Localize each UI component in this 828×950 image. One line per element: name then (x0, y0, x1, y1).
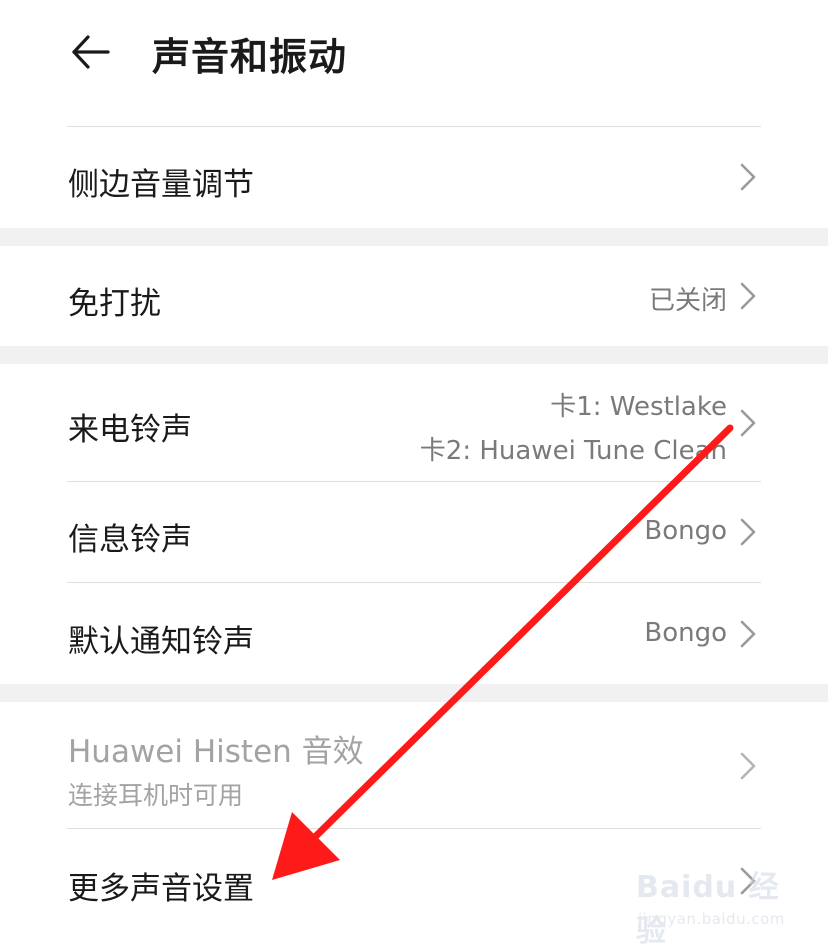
histen-sublabel: 连接耳机时可用 (68, 781, 244, 810)
chevron-right-icon (740, 867, 756, 895)
chevron-right-icon (740, 409, 756, 437)
chevron-right-icon (740, 518, 756, 546)
more-sound-settings-label: 更多声音设置 (68, 871, 254, 907)
chevron-right-icon (740, 163, 756, 191)
ringtone-label: 来电铃声 (68, 412, 192, 448)
do-not-disturb-status: 已关闭 (648, 286, 727, 316)
chevron-right-icon (740, 620, 756, 648)
ringtone-row[interactable]: 来电铃声 卡1: Westlake 卡2: Huawei Tune Clean (0, 364, 828, 481)
back-button[interactable] (66, 28, 114, 76)
arrow-left-icon (72, 35, 110, 69)
do-not-disturb-label: 免打扰 (68, 286, 161, 322)
notification-tone-value: Bongo (644, 618, 727, 648)
more-sound-settings-row[interactable]: 更多声音设置 (0, 829, 828, 939)
histen-row[interactable]: Huawei Histen 音效 连接耳机时可用 (0, 702, 828, 828)
ringtone-sim1-value: 卡1: Westlake (550, 392, 727, 422)
histen-label: Huawei Histen 音效 (68, 734, 364, 770)
section-gap (0, 684, 828, 702)
app-header: 声音和振动 (0, 0, 828, 110)
chevron-right-icon (740, 282, 756, 310)
page-title: 声音和振动 (152, 35, 348, 79)
chevron-right-icon (740, 752, 756, 780)
do-not-disturb-row[interactable]: 免打扰 已关闭 (0, 246, 828, 346)
side-volume-row[interactable]: 侧边音量调节 (0, 127, 828, 227)
notification-tone-label: 默认通知铃声 (68, 624, 254, 660)
section-gap (0, 228, 828, 246)
message-tone-row[interactable]: 信息铃声 Bongo (0, 482, 828, 582)
ringtone-sim2-value: 卡2: Huawei Tune Clean (419, 436, 727, 466)
section-gap (0, 346, 828, 364)
notification-tone-row[interactable]: 默认通知铃声 Bongo (0, 583, 828, 684)
side-volume-label: 侧边音量调节 (68, 167, 254, 203)
message-tone-value: Bongo (644, 516, 727, 546)
message-tone-label: 信息铃声 (68, 522, 192, 558)
